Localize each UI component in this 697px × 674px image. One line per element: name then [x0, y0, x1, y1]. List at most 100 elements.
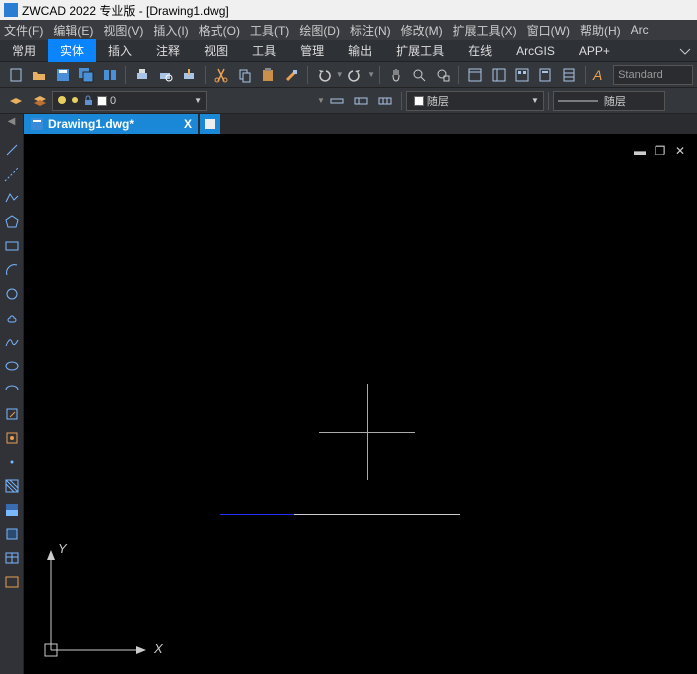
- make-block-icon[interactable]: [2, 428, 22, 448]
- tab-online[interactable]: 在线: [456, 39, 504, 62]
- tab-annotate[interactable]: 注释: [144, 39, 192, 62]
- ribbon-tabs: 常用 实体 插入 注释 视图 工具 管理 输出 扩展工具 在线 ArcGIS A…: [0, 40, 697, 62]
- calculator-icon[interactable]: [536, 65, 555, 85]
- copy-icon[interactable]: [235, 65, 254, 85]
- menu-arc[interactable]: Arc: [631, 23, 649, 37]
- textstyle-combo[interactable]: Standard: [613, 65, 693, 85]
- tab-manage[interactable]: 管理: [288, 39, 336, 62]
- wipeout-tool-icon[interactable]: [2, 572, 22, 592]
- zoom-icon[interactable]: [410, 65, 429, 85]
- menu-extension[interactable]: 扩展工具(X): [453, 22, 517, 39]
- layer-prev-icon[interactable]: [351, 91, 371, 111]
- cut-icon[interactable]: [212, 65, 231, 85]
- color-value: 随层: [427, 93, 449, 109]
- polygon-tool-icon[interactable]: [2, 212, 22, 232]
- hatch-tool-icon[interactable]: [2, 476, 22, 496]
- redo-icon[interactable]: [346, 65, 365, 85]
- pan-icon[interactable]: [386, 65, 405, 85]
- menu-window[interactable]: 窗口(W): [527, 22, 570, 39]
- paste-icon[interactable]: [258, 65, 277, 85]
- crosshair-vertical: [367, 384, 368, 480]
- menu-edit[interactable]: 编辑(E): [53, 22, 93, 39]
- tool-palette-icon[interactable]: [512, 65, 531, 85]
- insert-block-icon[interactable]: [2, 404, 22, 424]
- drawing-canvas[interactable]: ▬ ❐ ✕ X Y: [24, 134, 697, 674]
- new-file-icon[interactable]: [6, 65, 25, 85]
- layer-walk-icon[interactable]: [375, 91, 395, 111]
- layer-combo[interactable]: 0 ▼: [52, 91, 207, 111]
- layers-toolbar: 0 ▼ ▼ 随层 ▼ 随层: [0, 88, 697, 114]
- linetype-combo[interactable]: 随层: [553, 91, 665, 111]
- menu-modify[interactable]: 修改(M): [401, 22, 443, 39]
- point-tool-icon[interactable]: [2, 452, 22, 472]
- tab-common[interactable]: 常用: [0, 39, 48, 62]
- color-swatch: [414, 96, 424, 106]
- match-prop-icon[interactable]: [282, 65, 301, 85]
- menu-view[interactable]: 视图(V): [103, 22, 143, 39]
- gradient-tool-icon[interactable]: [2, 500, 22, 520]
- properties-icon[interactable]: [465, 65, 484, 85]
- polyline-tool-icon[interactable]: [2, 188, 22, 208]
- open-file-icon[interactable]: [29, 65, 48, 85]
- layer-states-icon[interactable]: [30, 91, 50, 111]
- menu-help[interactable]: 帮助(H): [580, 22, 621, 39]
- table-tool-icon[interactable]: [2, 548, 22, 568]
- menu-draw[interactable]: 绘图(D): [299, 22, 340, 39]
- tab-extension[interactable]: 扩展工具: [384, 39, 456, 62]
- new-doc-tab-icon[interactable]: [200, 114, 220, 134]
- menu-tools[interactable]: 工具(T): [250, 22, 289, 39]
- menu-file[interactable]: 文件(F): [4, 22, 43, 39]
- bulb-icon: [57, 95, 68, 106]
- menu-format[interactable]: 格式(O): [199, 22, 240, 39]
- minimize-view-icon[interactable]: ▬: [633, 144, 647, 156]
- ellipse-arc-tool-icon[interactable]: [2, 380, 22, 400]
- tab-entity[interactable]: 实体: [48, 39, 96, 62]
- xline-tool-icon[interactable]: [2, 164, 22, 184]
- lock-icon: [83, 95, 94, 106]
- line-tool-icon[interactable]: [2, 140, 22, 160]
- design-center-icon[interactable]: [489, 65, 508, 85]
- tab-insert[interactable]: 插入: [96, 39, 144, 62]
- tab-tools[interactable]: 工具: [240, 39, 288, 62]
- draw-toolbar: [0, 134, 24, 674]
- layer-props-icon[interactable]: [6, 91, 26, 111]
- crosshair-horizontal: [319, 432, 415, 433]
- ellipse-tool-icon[interactable]: [2, 356, 22, 376]
- layer-iso-icon[interactable]: [327, 91, 347, 111]
- menu-insert[interactable]: 插入(I): [153, 22, 188, 39]
- undo-icon[interactable]: [314, 65, 333, 85]
- ucs-icon: X Y: [36, 545, 166, 668]
- title-bar: ZWCAD 2022 专业版 - [Drawing1.dwg]: [0, 0, 697, 20]
- tab-output[interactable]: 输出: [336, 39, 384, 62]
- sheetset-icon[interactable]: [559, 65, 578, 85]
- tab-view[interactable]: 视图: [192, 39, 240, 62]
- saveall-icon[interactable]: [76, 65, 95, 85]
- region-tool-icon[interactable]: [2, 524, 22, 544]
- close-view-icon[interactable]: ✕: [673, 144, 687, 156]
- zoom-window-icon[interactable]: [433, 65, 452, 85]
- compare-icon[interactable]: [100, 65, 119, 85]
- collapse-ribbon-icon[interactable]: [675, 41, 695, 61]
- arc-tool-icon[interactable]: [2, 260, 22, 280]
- circle-tool-icon[interactable]: [2, 284, 22, 304]
- linetype-value: 随层: [604, 93, 626, 109]
- tab-arcgis[interactable]: ArcGIS: [504, 41, 567, 61]
- publish-icon[interactable]: [179, 65, 198, 85]
- print-icon[interactable]: [132, 65, 151, 85]
- ucs-x-label: X: [154, 641, 163, 656]
- document-tab[interactable]: Drawing1.dwg* X: [24, 114, 198, 134]
- document-tabs-bar: ◀ Drawing1.dwg* X: [0, 114, 697, 134]
- menu-bar: 文件(F) 编辑(E) 视图(V) 插入(I) 格式(O) 工具(T) 绘图(D…: [0, 20, 697, 40]
- color-combo[interactable]: 随层 ▼: [406, 91, 544, 111]
- tab-appplus[interactable]: APP+: [567, 41, 622, 61]
- print-preview-icon[interactable]: [156, 65, 175, 85]
- rectangle-tool-icon[interactable]: [2, 236, 22, 256]
- textstyle-icon[interactable]: A: [592, 65, 611, 85]
- revcloud-tool-icon[interactable]: [2, 308, 22, 328]
- tab-scroll-left[interactable]: ◀: [0, 114, 24, 134]
- save-icon[interactable]: [53, 65, 72, 85]
- menu-dimension[interactable]: 标注(N): [350, 22, 391, 39]
- restore-view-icon[interactable]: ❐: [653, 144, 667, 156]
- spline-tool-icon[interactable]: [2, 332, 22, 352]
- close-tab-icon[interactable]: X: [184, 117, 192, 131]
